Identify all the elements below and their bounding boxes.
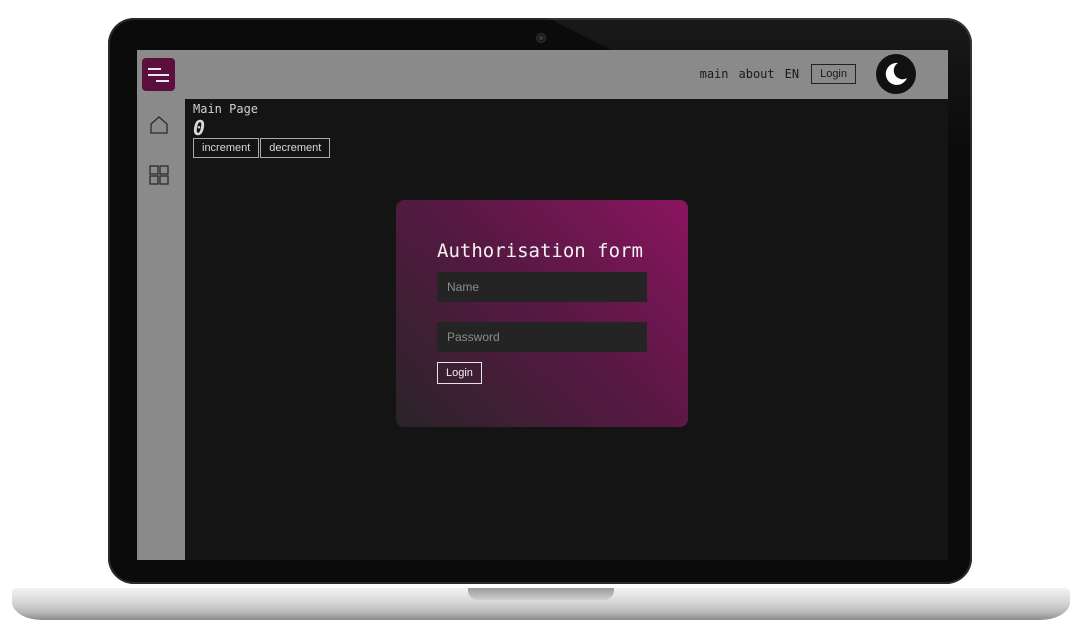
webcam [537, 34, 545, 42]
page-title: Main Page [193, 102, 259, 116]
navbar-login-button[interactable]: Login [811, 64, 856, 84]
nav-link-main[interactable]: main [700, 67, 729, 81]
counter-buttons: increment decrement [193, 138, 331, 158]
modal-title: Authorisation form [437, 240, 643, 262]
authorisation-modal: Authorisation form Login [396, 200, 688, 427]
language-switcher[interactable]: EN [785, 67, 799, 81]
sidebar-item-home[interactable] [148, 114, 170, 136]
password-input[interactable] [437, 322, 647, 352]
app-screen: main about EN Login Main Page 0 incremen… [137, 50, 948, 560]
menu-line [156, 80, 169, 82]
menu-toggle-button[interactable] [142, 58, 175, 91]
laptop-notch [468, 588, 614, 600]
theme-toggle-button[interactable] [876, 54, 916, 94]
login-button[interactable]: Login [437, 362, 482, 384]
nav-link-about[interactable]: about [739, 67, 775, 81]
home-icon [150, 116, 168, 134]
nav-links: main about EN Login [690, 64, 856, 84]
decrement-button[interactable]: decrement [260, 138, 331, 158]
sidebar-item-grid[interactable] [148, 164, 170, 186]
sidebar [137, 50, 185, 560]
navbar: main about EN Login [137, 50, 948, 99]
grid-icon [149, 165, 169, 185]
name-input[interactable] [437, 272, 647, 302]
main-content: Main Page 0 increment decrement [193, 102, 331, 158]
menu-line [148, 74, 169, 76]
counter-value: 0 [193, 116, 206, 140]
menu-toggle-icon [148, 68, 161, 70]
moon-icon [885, 62, 907, 85]
increment-button[interactable]: increment [193, 138, 260, 158]
